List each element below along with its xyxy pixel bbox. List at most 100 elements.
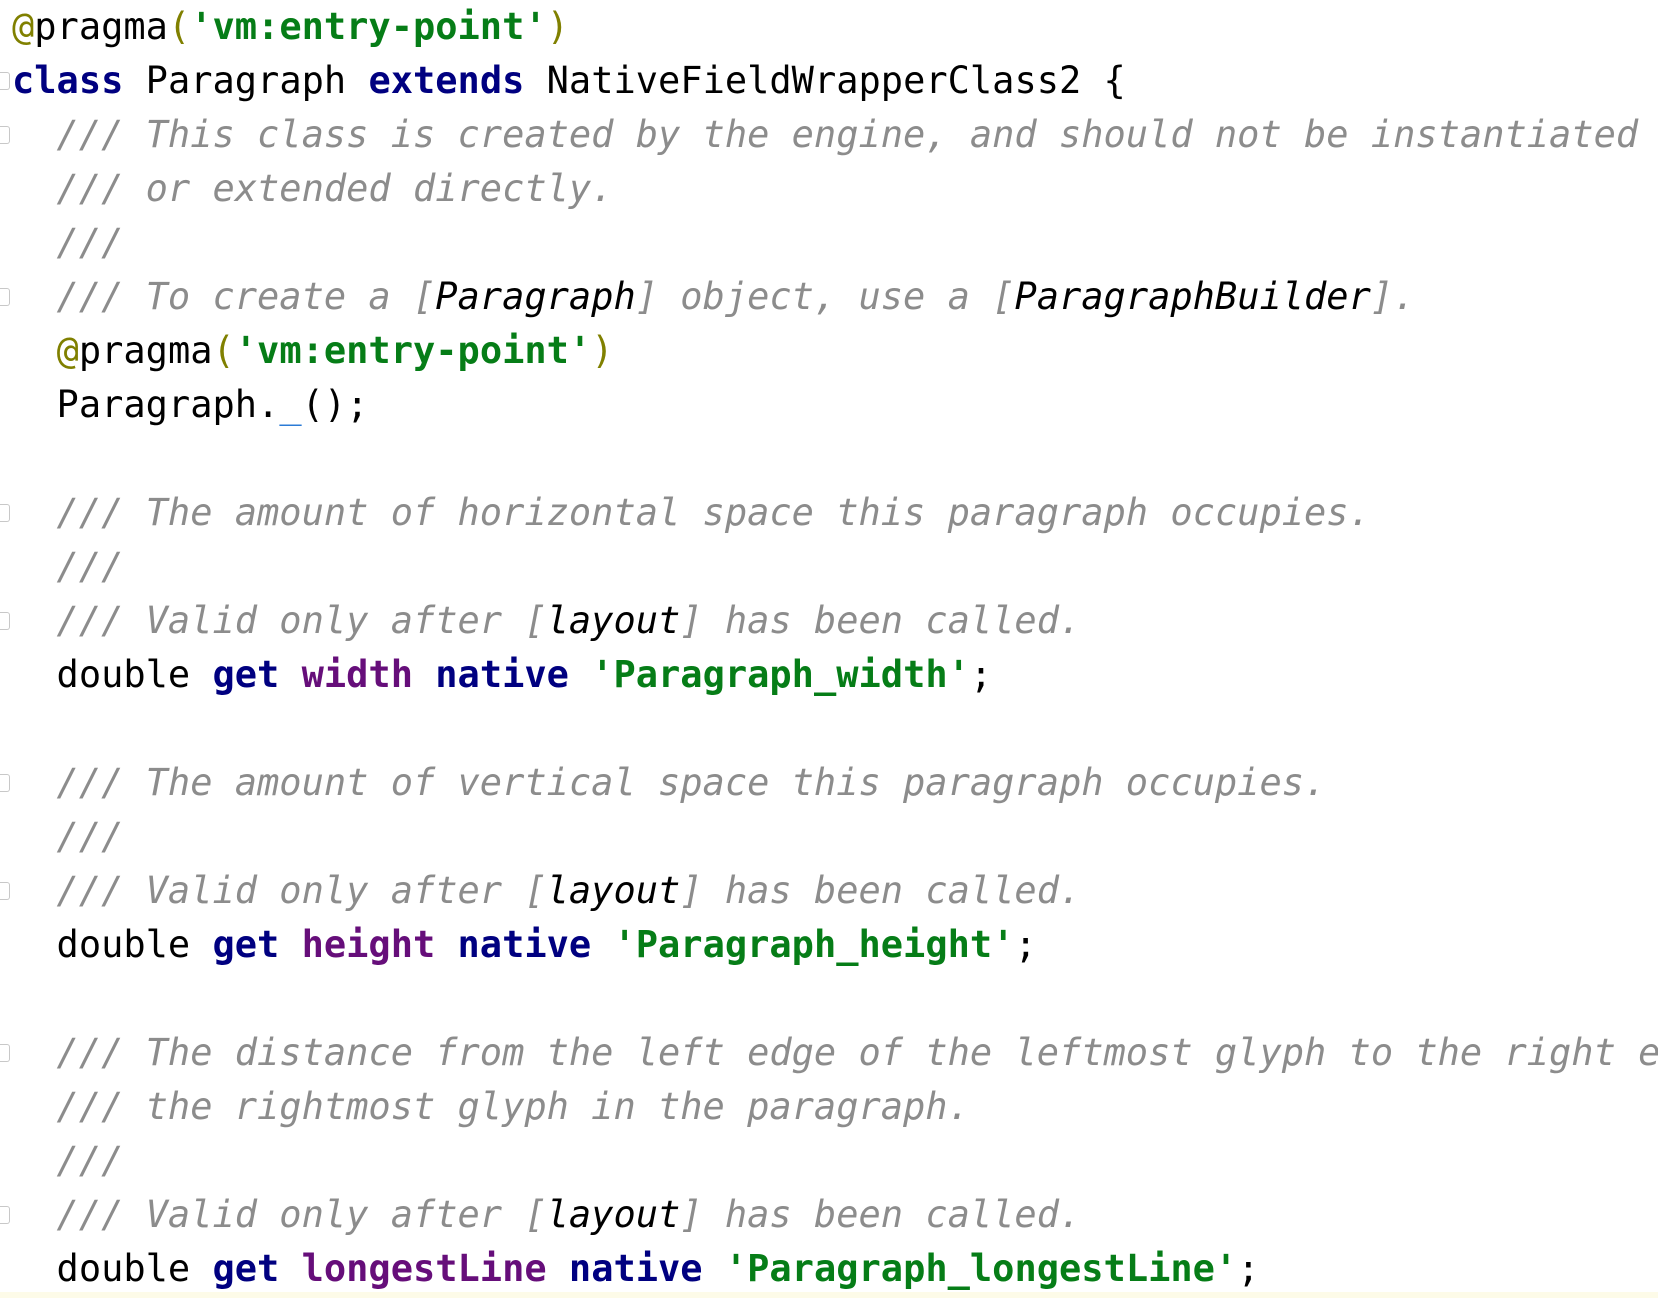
code-token: /// This class is created by the engine,… xyxy=(12,113,1639,156)
code-token: double xyxy=(12,923,213,966)
code-token: get xyxy=(212,653,280,696)
code-token: get xyxy=(212,1247,280,1290)
code-token: /// Valid only after [ xyxy=(12,1193,547,1236)
code-token: get xyxy=(212,923,280,966)
code-token: ] has been called. xyxy=(680,1193,1082,1236)
fold-marker-doc-4-icon[interactable] xyxy=(0,1044,10,1062)
code-line[interactable]: double get width native 'Paragraph_width… xyxy=(12,648,1658,702)
code-token: /// Valid only after [ xyxy=(12,599,547,642)
code-line[interactable] xyxy=(12,432,1658,486)
code-token: ) xyxy=(546,5,569,48)
code-token: 'Paragraph_height' xyxy=(613,923,1015,966)
code-line[interactable]: /// or extended directly. xyxy=(12,162,1658,216)
fold-marker-doc-1-end-icon[interactable] xyxy=(0,288,10,306)
code-line[interactable]: double get longestLine native 'Paragraph… xyxy=(12,1242,1658,1296)
code-line[interactable]: /// Valid only after [layout] has been c… xyxy=(12,864,1658,918)
code-lines[interactable]: @pragma('vm:entry-point') class Paragraph… xyxy=(12,0,1658,1296)
code-token: /// xyxy=(12,221,124,264)
code-line[interactable]: /// To create a [Paragraph] object, use … xyxy=(12,270,1658,324)
code-token: @ xyxy=(56,329,79,372)
code-token: native xyxy=(457,923,592,966)
code-line[interactable]: double get height native 'Paragraph_heig… xyxy=(12,918,1658,972)
fold-marker-doc-2-end-icon[interactable] xyxy=(0,612,10,630)
code-token: /// The distance from the left edge of t… xyxy=(12,1031,1658,1074)
code-token: ]. xyxy=(1370,275,1416,318)
code-token: NativeFieldWrapperClass2 { xyxy=(524,59,1126,102)
code-line[interactable]: /// xyxy=(12,540,1658,594)
code-token: /// The amount of horizontal space this … xyxy=(12,491,1371,534)
code-line[interactable]: /// the rightmost glyph in the paragraph… xyxy=(12,1080,1658,1134)
code-token: 'Paragraph_longestLine' xyxy=(724,1247,1238,1290)
code-token: extends xyxy=(368,59,525,102)
code-token: native xyxy=(568,1247,703,1290)
code-token: ) xyxy=(591,329,614,372)
fold-marker-doc-4-end-icon[interactable] xyxy=(0,1206,10,1224)
code-line[interactable]: /// xyxy=(12,216,1658,270)
code-token: ( xyxy=(167,5,191,48)
code-line[interactable]: /// The amount of vertical space this pa… xyxy=(12,756,1658,810)
code-token: ] object, use a [ xyxy=(635,275,1015,318)
code-token: @ xyxy=(12,5,35,48)
code-line[interactable]: /// xyxy=(12,1134,1658,1188)
code-token: (); xyxy=(301,383,369,426)
code-editor[interactable]: @pragma('vm:entry-point') class Paragraph… xyxy=(0,0,1658,1298)
code-token: /// xyxy=(12,1139,124,1182)
code-line[interactable]: Paragraph._(); xyxy=(12,378,1658,432)
code-line[interactable]: /// The distance from the left edge of t… xyxy=(12,1026,1658,1080)
code-token: ; xyxy=(969,653,993,696)
code-line[interactable]: /// xyxy=(12,810,1658,864)
code-token: Paragraph. xyxy=(12,383,280,426)
code-line[interactable] xyxy=(12,702,1658,756)
code-token: 'vm:entry-point' xyxy=(190,5,547,48)
code-line[interactable]: @pragma('vm:entry-point') xyxy=(12,0,1658,54)
fold-marker-doc-3-end-icon[interactable] xyxy=(0,882,10,900)
code-token: /// To create a [ xyxy=(12,275,436,318)
code-token: pragma xyxy=(34,5,168,48)
fold-marker-doc-3-icon[interactable] xyxy=(0,774,10,792)
current-line-highlight xyxy=(0,1292,1658,1298)
code-line[interactable]: /// The amount of horizontal space this … xyxy=(12,486,1658,540)
code-line[interactable]: @pragma('vm:entry-point') xyxy=(12,324,1658,378)
code-line[interactable]: /// Valid only after [layout] has been c… xyxy=(12,1188,1658,1242)
code-token: layout xyxy=(546,869,681,912)
code-token: /// xyxy=(12,815,124,858)
code-token: Paragraph xyxy=(435,275,636,318)
code-token: width xyxy=(301,653,413,696)
code-token: double xyxy=(12,1247,213,1290)
code-token: ] has been called. xyxy=(680,869,1082,912)
code-token: longestLine xyxy=(301,1247,547,1290)
code-token: ] has been called. xyxy=(680,599,1082,642)
code-token: ParagraphBuilder xyxy=(1014,275,1371,318)
code-token: layout xyxy=(546,1193,681,1236)
code-token: native xyxy=(435,653,569,696)
fold-marker-doc-1-icon[interactable] xyxy=(0,126,10,144)
code-token: /// or extended directly. xyxy=(12,167,614,210)
code-token: _ xyxy=(279,383,302,426)
code-token: /// the rightmost glyph in the paragraph… xyxy=(12,1085,970,1128)
code-line[interactable]: /// Valid only after [layout] has been c… xyxy=(12,594,1658,648)
code-token: 'Paragraph_width' xyxy=(591,653,970,696)
code-line[interactable]: /// This class is created by the engine,… xyxy=(12,108,1658,162)
code-token: 'vm:entry-point' xyxy=(234,329,592,372)
code-token: pragma xyxy=(78,329,213,372)
code-token: /// xyxy=(12,545,124,588)
code-token: double xyxy=(12,653,213,696)
code-line[interactable]: class Paragraph extends NativeFieldWrapp… xyxy=(12,54,1658,108)
fold-marker-doc-2-icon[interactable] xyxy=(0,504,10,522)
code-token: class xyxy=(12,59,124,102)
code-line[interactable] xyxy=(12,972,1658,1026)
code-token: height xyxy=(301,923,436,966)
code-token: /// The amount of vertical space this pa… xyxy=(12,761,1327,804)
fold-marker-class-icon[interactable] xyxy=(0,72,10,90)
code-token: /// Valid only after [ xyxy=(12,869,547,912)
code-token: ; xyxy=(1014,923,1037,966)
